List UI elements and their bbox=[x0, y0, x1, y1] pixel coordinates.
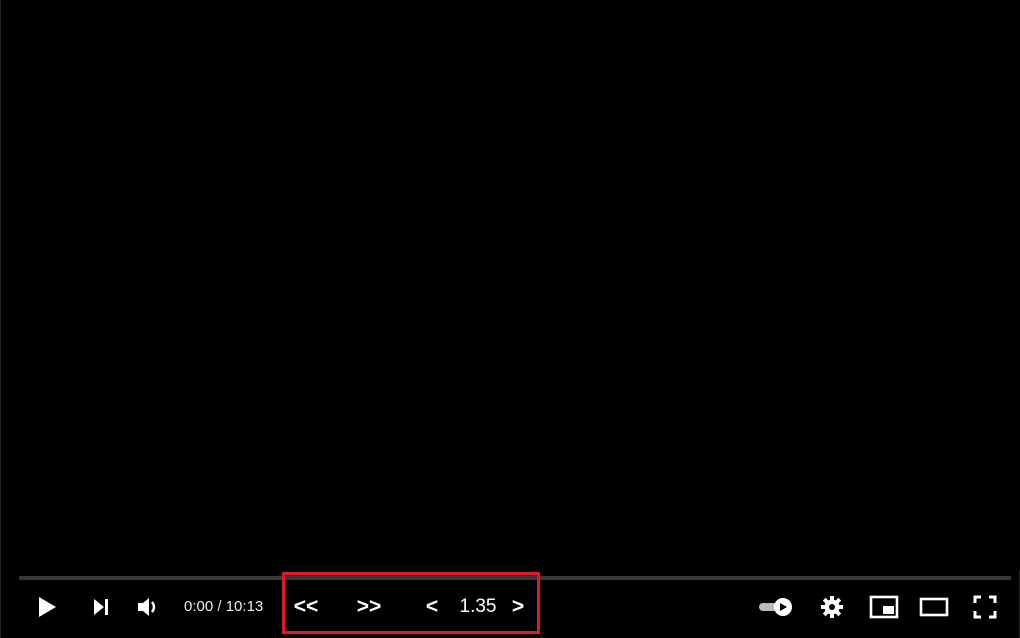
time-separator: / bbox=[213, 598, 226, 615]
video-canvas[interactable] bbox=[1, 0, 1020, 570]
fast-forward-button[interactable]: >> bbox=[351, 584, 387, 630]
volume-icon bbox=[138, 598, 156, 616]
speed-decrease-button[interactable]: < bbox=[421, 584, 443, 630]
theater-mode-icon bbox=[919, 597, 949, 617]
current-time: 0:00 bbox=[184, 598, 214, 615]
video-player[interactable]: 0:00 / 10:13 << >> < 1.35 > bbox=[0, 0, 1020, 638]
rewind-button[interactable]: << bbox=[289, 584, 323, 630]
speed-increase-button[interactable]: > bbox=[507, 584, 529, 630]
time-display: 0:00 / 10:13 bbox=[184, 584, 263, 630]
mute-button[interactable] bbox=[134, 584, 162, 630]
fullscreen-icon bbox=[973, 595, 997, 619]
next-button[interactable] bbox=[87, 584, 115, 630]
play-button[interactable] bbox=[31, 584, 63, 630]
autoplay-toggle-icon bbox=[759, 598, 792, 616]
play-icon bbox=[39, 597, 56, 617]
gear-icon bbox=[821, 596, 843, 618]
skip-next-icon bbox=[94, 599, 108, 615]
miniplayer-icon bbox=[869, 595, 899, 619]
miniplayer-button[interactable] bbox=[867, 584, 901, 630]
duration-time: 10:13 bbox=[225, 598, 264, 615]
settings-button[interactable] bbox=[817, 584, 847, 630]
autoplay-toggle[interactable] bbox=[757, 584, 795, 630]
playback-speed-value: 1.35 bbox=[459, 596, 497, 617]
theater-mode-button[interactable] bbox=[917, 584, 951, 630]
fullscreen-button[interactable] bbox=[969, 584, 1001, 630]
